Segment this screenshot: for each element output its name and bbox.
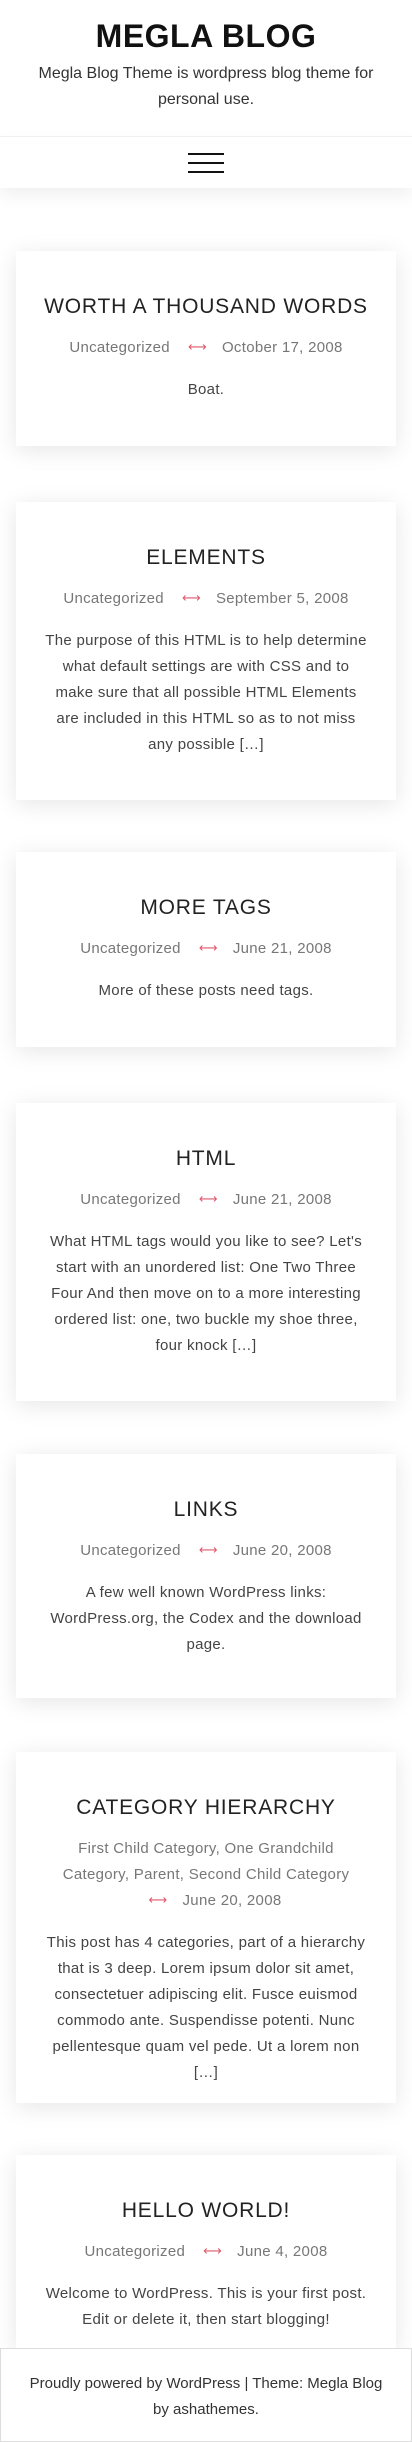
post-excerpt: Welcome to WordPress. This is your first… bbox=[45, 2285, 367, 2328]
separator-arrow-icon: ⟷ bbox=[198, 1542, 218, 1557]
post-title[interactable]: HELLO WORLD! bbox=[44, 2197, 368, 2225]
post-excerpt: More of these posts need tags. bbox=[98, 982, 314, 999]
post-excerpt: This post has 4 categories, part of a hi… bbox=[46, 1934, 366, 2081]
main-navigation bbox=[0, 136, 412, 188]
post-date-link[interactable]: June 4, 2008 bbox=[237, 2243, 327, 2260]
post-category-link[interactable]: Uncategorized bbox=[80, 1542, 181, 1559]
post-card: MORE TAGS Uncategorized ⟷ June 21, 2008 Mo… bbox=[16, 852, 396, 1047]
hamburger-menu-icon[interactable] bbox=[188, 152, 224, 173]
post-title[interactable]: HTML bbox=[44, 1145, 368, 1173]
separator-arrow-icon: ⟷ bbox=[203, 2243, 223, 2258]
post-category-link[interactable]: Second Child Category bbox=[189, 1866, 350, 1883]
post-title[interactable]: LINKS bbox=[44, 1496, 368, 1524]
post-date-link[interactable]: June 20, 2008 bbox=[233, 1542, 332, 1559]
post-title[interactable]: WORTH A THOUSAND WORDS bbox=[44, 293, 368, 321]
post-category-link[interactable]: First Child Category bbox=[78, 1840, 215, 1857]
post-date-link[interactable]: June 21, 2008 bbox=[233, 1191, 332, 1208]
post-card: HELLO WORLD! Uncategorized ⟷ June 4, 2008 … bbox=[16, 2155, 396, 2350]
post-category-link[interactable]: Uncategorized bbox=[69, 339, 170, 356]
separator-arrow-icon: ⟷ bbox=[187, 339, 207, 354]
separator-arrow-icon: ⟷ bbox=[181, 590, 201, 605]
post-category-link[interactable]: Uncategorized bbox=[80, 1191, 181, 1208]
post-card: ELEMENTS Uncategorized ⟷ September 5, 2008… bbox=[16, 502, 396, 800]
post-category-link[interactable]: Uncategorized bbox=[80, 940, 181, 957]
post-excerpt: A few well known WordPress links: WordPr… bbox=[50, 1584, 362, 1653]
separator-arrow-icon: ⟷ bbox=[148, 1892, 168, 1907]
hamburger-line bbox=[188, 170, 224, 173]
post-title[interactable]: MORE TAGS bbox=[44, 894, 368, 922]
post-excerpt: The purpose of this HTML is to help dete… bbox=[45, 632, 367, 753]
separator-arrow-icon: ⟷ bbox=[198, 940, 218, 955]
post-category-link[interactable]: Uncategorized bbox=[85, 2243, 186, 2260]
post-meta: Uncategorized ⟷ September 5, 2008 bbox=[44, 586, 368, 612]
site-title[interactable]: MEGLA BLOG bbox=[0, 17, 412, 55]
post-title[interactable]: ELEMENTS bbox=[44, 544, 368, 572]
post-date-link[interactable]: June 21, 2008 bbox=[233, 940, 332, 957]
post-date-link[interactable]: September 5, 2008 bbox=[216, 590, 349, 607]
separator-arrow-icon: ⟷ bbox=[198, 1191, 218, 1206]
post-meta: Uncategorized ⟷ June 21, 2008 bbox=[44, 1187, 368, 1213]
post-category-link[interactable]: Parent bbox=[134, 1866, 180, 1883]
post-card: WORTH A THOUSAND WORDS Uncategorized ⟷ Oct… bbox=[16, 251, 396, 446]
post-meta: Uncategorized ⟷ June 20, 2008 bbox=[44, 1538, 368, 1564]
post-excerpt: Boat. bbox=[187, 381, 225, 398]
post-card: HTML Uncategorized ⟷ June 21, 2008 What HT… bbox=[16, 1103, 396, 1401]
hamburger-line bbox=[188, 161, 224, 164]
post-excerpt: What HTML tags would you like to see? Le… bbox=[49, 1233, 362, 1354]
site-footer: Proudly powered by WordPress | Theme: Me… bbox=[0, 2348, 412, 2442]
post-meta: Uncategorized ⟷ October 17, 2008 bbox=[44, 335, 368, 361]
site-description: Megla Blog Theme is wordpress blog theme… bbox=[38, 65, 374, 108]
post-title[interactable]: CATEGORY HIERARCHY bbox=[44, 1794, 368, 1822]
page: MEGLA BLOG Megla Blog Theme is wordpress… bbox=[0, 0, 412, 2442]
post-meta: Uncategorized ⟷ June 21, 2008 bbox=[44, 936, 368, 962]
post-meta: Uncategorized ⟷ June 4, 2008 bbox=[44, 2239, 368, 2265]
post-meta: First Child Category, One Grandchild Cat… bbox=[44, 1836, 368, 1914]
post-date-link[interactable]: October 17, 2008 bbox=[222, 339, 343, 356]
footer-credits[interactable]: Proudly powered by WordPress | Theme: Me… bbox=[21, 2371, 391, 2423]
post-category-link[interactable]: Uncategorized bbox=[63, 590, 164, 607]
site-header: MEGLA BLOG Megla Blog Theme is wordpress… bbox=[0, 0, 412, 136]
hamburger-line bbox=[188, 152, 224, 155]
post-card: LINKS Uncategorized ⟷ June 20, 2008 A few … bbox=[16, 1454, 396, 1698]
post-date-link[interactable]: June 20, 2008 bbox=[183, 1892, 282, 1909]
post-card: CATEGORY HIERARCHY First Child Category,… bbox=[16, 1752, 396, 2103]
